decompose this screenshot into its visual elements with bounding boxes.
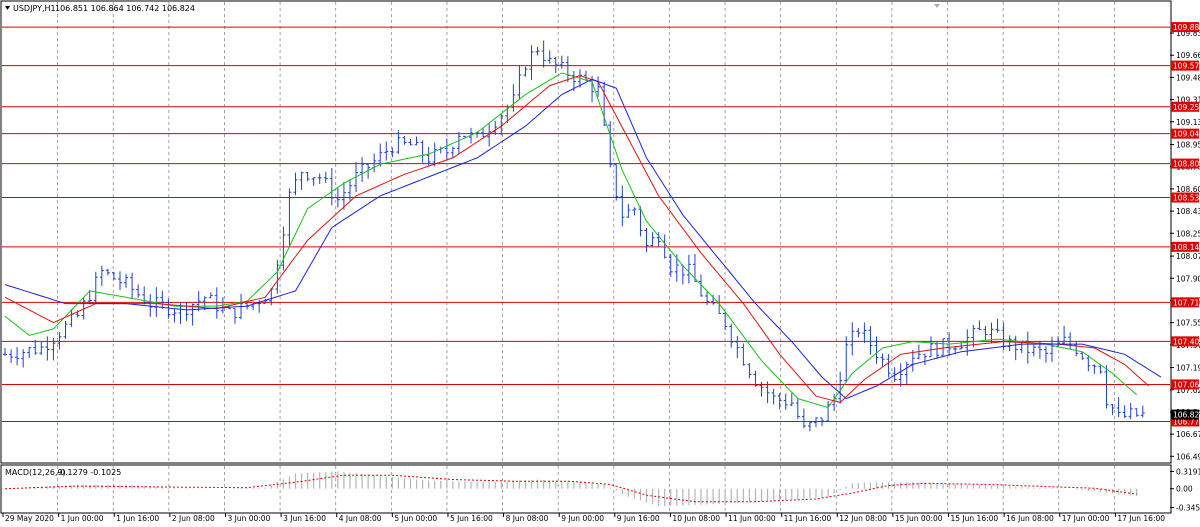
level-tag-label: 108.537 <box>1173 194 1200 203</box>
price-label: 109.135 <box>1176 118 1200 127</box>
time-label: 10 Jun 08:00 <box>672 514 720 523</box>
time-label: 2 Jun 08:00 <box>172 514 215 523</box>
time-label: 15 Jun 00:00 <box>895 514 943 523</box>
price-label: 109.485 <box>1176 73 1200 82</box>
time-label: 5 Jun 00:00 <box>394 514 437 523</box>
level-tag-label: 109.578 <box>1173 62 1200 71</box>
time-label: 17 Jun 16:00 <box>1117 514 1165 523</box>
time-label: 8 Jun 08:00 <box>506 514 549 523</box>
time-label: 12 Jun 08:00 <box>839 514 887 523</box>
time-label: 17 Jun 00:00 <box>1062 514 1110 523</box>
time-label: 3 Jun 00:00 <box>227 514 270 523</box>
time-label: 15 Jun 16:00 <box>951 514 999 523</box>
time-label: 4 Jun 08:00 <box>339 514 382 523</box>
price-label: 107.900 <box>1176 274 1200 283</box>
price-label: 106.495 <box>1176 452 1200 461</box>
time-label: 3 Jun 16:00 <box>283 514 326 523</box>
level-tag-label: 109.253 <box>1173 103 1200 112</box>
current-price-label: 106.824 <box>1173 411 1200 420</box>
level-tag-label: 107.062 <box>1173 380 1200 389</box>
symbol-timeframe: USDJPY,H1 <box>13 4 56 13</box>
macd-label: -0.3459 <box>1176 503 1200 512</box>
macd-values: -0.1279 -0.1025 <box>57 468 121 477</box>
time-label: 5 Jun 16:00 <box>450 514 493 523</box>
ohlc-values: 106.851 106.864 106.742 106.824 <box>55 4 195 13</box>
macd-header: MACD(12,26,9) -0.1279 -0.1025 <box>5 468 121 477</box>
level-tag-label: 107.710 <box>1173 298 1200 307</box>
time-axis: 29 May 2020 1 Jun 00:00 1 Jun 16:00 2 Jun 0… <box>2 513 1165 523</box>
time-label: 9 Jun 00:00 <box>561 514 604 523</box>
time-label: 29 May 2020 <box>5 514 54 523</box>
price-label: 107.550 <box>1176 319 1200 328</box>
level-tag-label: 108.148 <box>1173 243 1200 252</box>
time-label: 1 Jun 00:00 <box>61 514 104 523</box>
level-tag-label: 107.402 <box>1173 337 1200 346</box>
macd-label: 0.3191 <box>1176 467 1200 476</box>
price-label: 108.075 <box>1176 252 1200 261</box>
price-label: 108.430 <box>1176 207 1200 216</box>
price-label: 106.670 <box>1176 430 1200 439</box>
level-tag-label: 109.041 <box>1173 130 1200 139</box>
macd-label: 0.00 <box>1176 485 1193 494</box>
time-label: 9 Jun 16:00 <box>617 514 660 523</box>
time-label: 16 Jun 08:00 <box>1006 514 1054 523</box>
price-label: 108.955 <box>1176 141 1200 150</box>
price-label: 109.660 <box>1176 51 1200 60</box>
time-label: 11 Jun 16:00 <box>784 514 832 523</box>
price-label: 108.255 <box>1176 229 1200 238</box>
chart-area: 109.835109.660109.485109.310109.135108.9… <box>0 0 1200 527</box>
level-tag-label: 108.805 <box>1173 160 1200 169</box>
time-label: 1 Jun 16:00 <box>116 514 159 523</box>
time-label: 11 Jun 00:00 <box>728 514 776 523</box>
price-label: 107.195 <box>1176 364 1200 373</box>
level-tag-label: 109.882 <box>1173 23 1200 32</box>
